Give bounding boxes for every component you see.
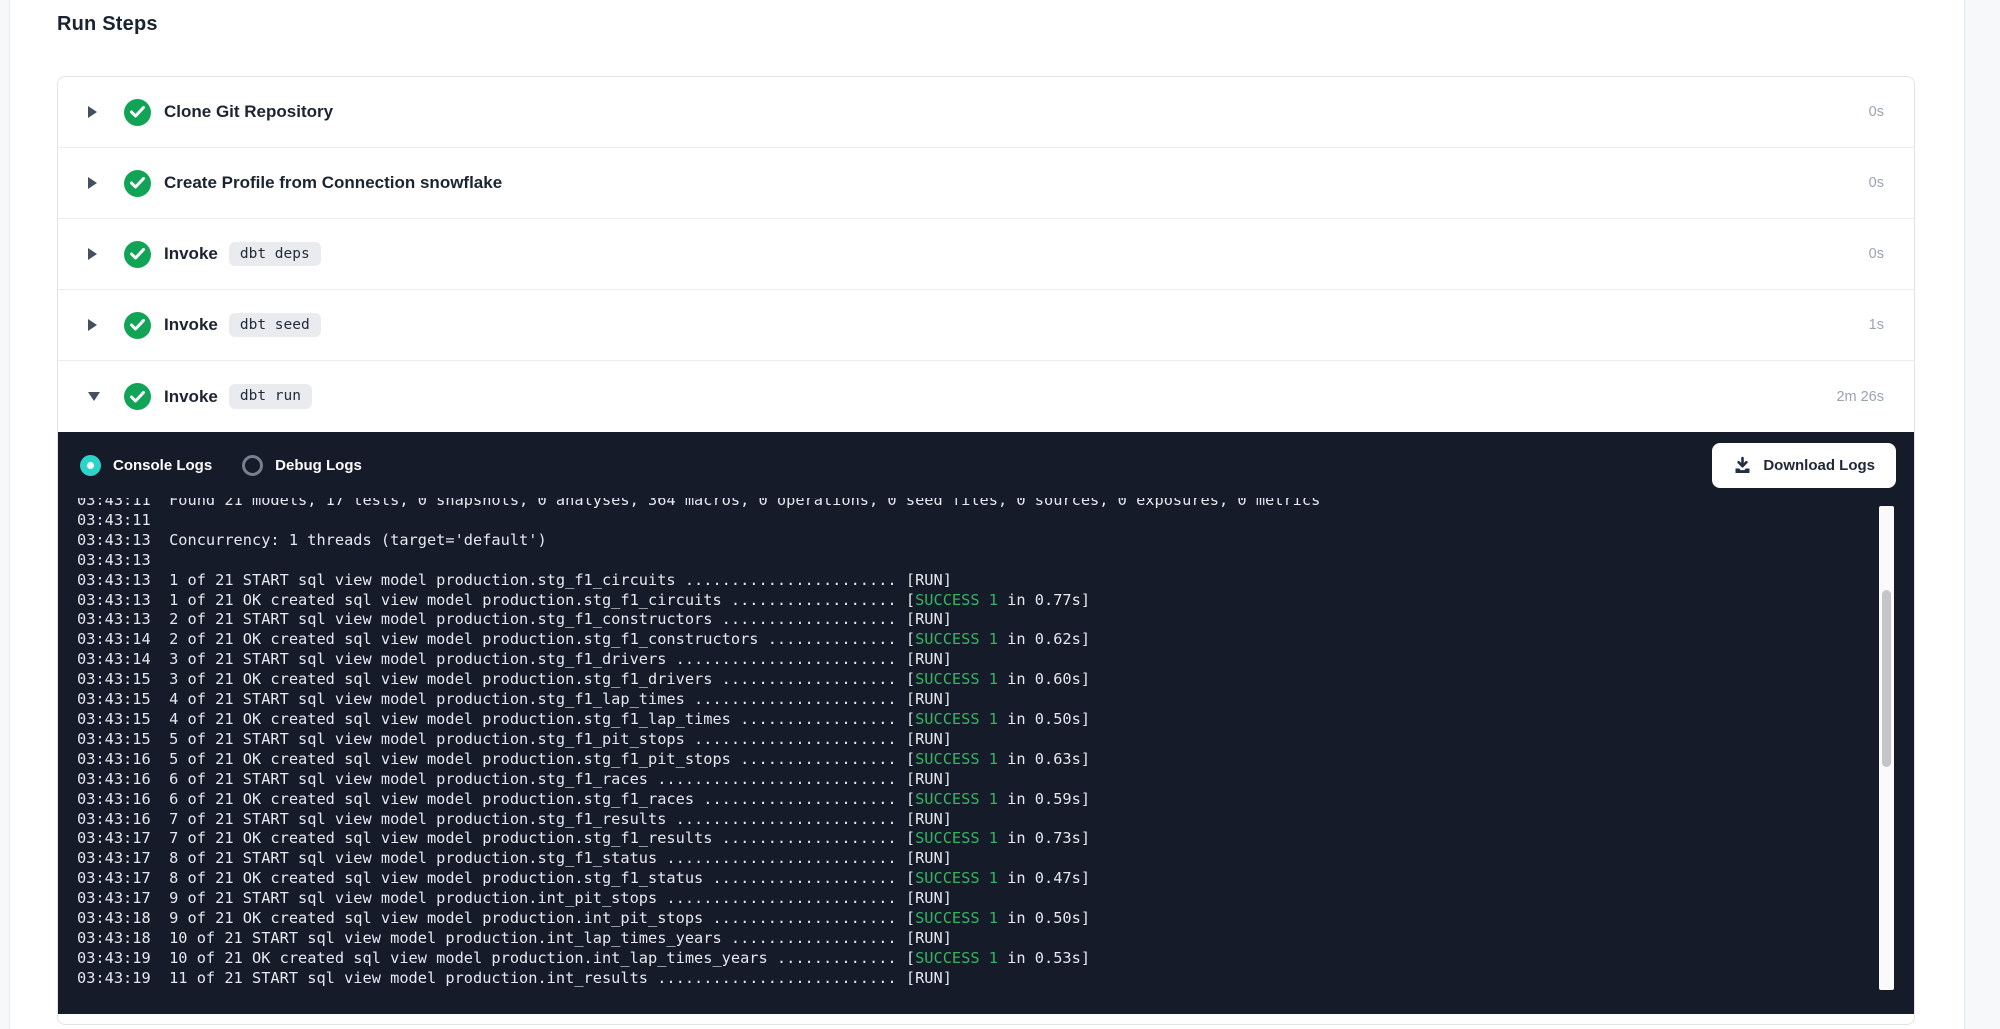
step-label: Invoke: [164, 244, 218, 264]
log-line: 03:43:18 9 of 21 OK created sql view mod…: [77, 909, 1914, 929]
log-line: 03:43:15 4 of 21 OK created sql view mod…: [77, 710, 1914, 730]
log-viewport[interactable]: 03:43:11 Found 21 models, 17 tests, 0 sn…: [58, 498, 1914, 1014]
log-line: 03:43:13 1 of 21 START sql view model pr…: [77, 571, 1914, 591]
log-line: 03:43:14 2 of 21 OK created sql view mod…: [77, 630, 1914, 650]
step-label: Invoke: [164, 387, 218, 407]
log-line: 03:43:17 8 of 21 START sql view model pr…: [77, 849, 1914, 869]
download-logs-label: Download Logs: [1763, 457, 1875, 474]
success-check-icon: [124, 99, 151, 126]
step-row-invoke-dbt-seed[interactable]: Invoke dbt seed 1s: [58, 290, 1914, 361]
command-chip: dbt deps: [229, 242, 321, 267]
success-check-icon: [124, 241, 151, 268]
log-line: 03:43:16 5 of 21 OK created sql view mod…: [77, 750, 1914, 770]
log-line: 03:43:16 7 of 21 START sql view model pr…: [77, 810, 1914, 830]
step-row-invoke-dbt-run[interactable]: Invoke dbt run 2m 26s: [58, 361, 1914, 432]
console-log-panel: Console Logs Debug Logs Download Logs: [58, 432, 1914, 1014]
log-line: 03:43:11: [77, 511, 1914, 531]
log-line: 03:43:17 8 of 21 OK created sql view mod…: [77, 869, 1914, 889]
caret-down-icon[interactable]: [88, 392, 100, 401]
scrollbar-track[interactable]: [1879, 506, 1894, 990]
success-check-icon: [124, 383, 151, 410]
step-label: Clone Git Repository: [164, 102, 333, 122]
step-duration: 0s: [1869, 175, 1884, 191]
step-duration: 1s: [1869, 317, 1884, 333]
log-lines: 03:43:11 Found 21 models, 17 tests, 0 sn…: [77, 498, 1914, 989]
log-line: 03:43:14 3 of 21 START sql view model pr…: [77, 650, 1914, 670]
page-title: Run Steps: [57, 13, 158, 36]
log-line: 03:43:17 7 of 21 OK created sql view mod…: [77, 829, 1914, 849]
main-content: Run Steps Clone Git Repository 0s Create…: [9, 0, 1965, 1029]
log-line: 03:43:15 4 of 21 START sql view model pr…: [77, 690, 1914, 710]
caret-right-icon[interactable]: [88, 248, 100, 260]
command-chip: dbt run: [229, 384, 312, 409]
log-line: 03:43:18 10 of 21 START sql view model p…: [77, 929, 1914, 949]
step-label: Create Profile from Connection snowflake: [164, 173, 502, 193]
debug-logs-label: Debug Logs: [275, 457, 362, 474]
log-line: 03:43:13 Concurrency: 1 threads (target=…: [77, 531, 1914, 551]
caret-right-icon[interactable]: [88, 319, 100, 331]
log-line: 03:43:13 2 of 21 START sql view model pr…: [77, 610, 1914, 630]
scrollbar-thumb[interactable]: [1882, 590, 1891, 767]
success-check-icon: [124, 312, 151, 339]
log-line: 03:43:13: [77, 551, 1914, 571]
console-logs-radio-option[interactable]: Console Logs: [80, 455, 212, 476]
step-duration: 2m 26s: [1836, 389, 1884, 405]
caret-right-icon[interactable]: [88, 177, 100, 189]
run-steps-card: Clone Git Repository 0s Create Profile f…: [57, 76, 1915, 1025]
log-line: 03:43:15 5 of 21 START sql view model pr…: [77, 730, 1914, 750]
command-chip: dbt seed: [229, 313, 321, 338]
download-icon: [1733, 456, 1752, 475]
step-row-create-profile[interactable]: Create Profile from Connection snowflake…: [58, 148, 1914, 219]
log-line: 03:43:17 9 of 21 START sql view model pr…: [77, 889, 1914, 909]
log-line: 03:43:19 10 of 21 OK created sql view mo…: [77, 949, 1914, 969]
radio-selected-icon[interactable]: [80, 455, 101, 476]
step-label: Invoke: [164, 315, 218, 335]
download-logs-button[interactable]: Download Logs: [1712, 443, 1896, 488]
caret-right-icon[interactable]: [88, 106, 100, 118]
log-line: 03:43:16 6 of 21 OK created sql view mod…: [77, 790, 1914, 810]
console-logs-label: Console Logs: [113, 457, 212, 474]
log-line: 03:43:16 6 of 21 START sql view model pr…: [77, 770, 1914, 790]
log-line: 03:43:15 3 of 21 OK created sql view mod…: [77, 670, 1914, 690]
log-line: 03:43:11 Found 21 models, 17 tests, 0 sn…: [77, 498, 1914, 511]
step-row-clone-git-repository[interactable]: Clone Git Repository 0s: [58, 77, 1914, 148]
step-row-invoke-dbt-deps[interactable]: Invoke dbt deps 0s: [58, 219, 1914, 290]
log-line: 03:43:13 1 of 21 OK created sql view mod…: [77, 591, 1914, 611]
console-header: Console Logs Debug Logs Download Logs: [58, 432, 1914, 498]
step-duration: 0s: [1869, 104, 1884, 120]
step-duration: 0s: [1869, 246, 1884, 262]
success-check-icon: [124, 170, 151, 197]
debug-logs-radio-option[interactable]: Debug Logs: [242, 455, 362, 476]
radio-unselected-icon[interactable]: [242, 455, 263, 476]
log-line: 03:43:19 11 of 21 START sql view model p…: [77, 969, 1914, 989]
